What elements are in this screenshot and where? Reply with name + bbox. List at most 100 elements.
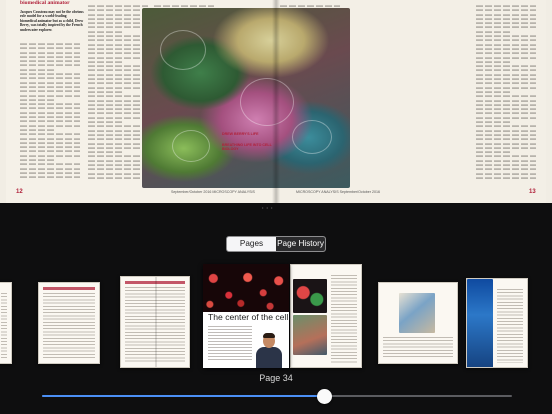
text-line — [88, 82, 148, 85]
page-thumbnail[interactable] — [0, 282, 12, 364]
text-line — [20, 142, 80, 144]
text-line — [476, 35, 536, 37]
text-line — [476, 125, 536, 128]
text-line — [154, 5, 214, 7]
text-line — [88, 18, 148, 20]
text-line — [476, 69, 536, 72]
text-line — [88, 104, 148, 106]
slider-thumb[interactable] — [316, 389, 332, 404]
text-line — [476, 112, 536, 115]
text-line — [20, 129, 56, 131]
magazine-spread[interactable]: biomedical animator Jacques Cousteau may… — [0, 0, 552, 203]
text-line — [88, 65, 148, 68]
text-column-6 — [476, 4, 536, 182]
current-page-thumbnail[interactable]: The center of the cell — [203, 264, 289, 368]
cell-outline — [240, 78, 294, 126]
page-thumbnail[interactable] — [120, 276, 190, 368]
text-line — [88, 117, 148, 119]
slider-fill — [42, 395, 324, 397]
thumbnail-text — [497, 289, 523, 363]
text-line — [476, 39, 536, 42]
text-line — [20, 146, 80, 149]
text-line — [20, 90, 80, 93]
text-line — [476, 164, 536, 166]
text-line — [20, 150, 80, 153]
text-line — [88, 164, 148, 166]
text-line — [88, 121, 124, 123]
text-line — [20, 176, 80, 179]
text-line — [476, 147, 536, 149]
text-line — [20, 56, 80, 58]
text-line — [476, 26, 536, 29]
page-thumbnail[interactable] — [378, 282, 458, 364]
text-line — [476, 61, 512, 63]
thumbnail-photo — [399, 293, 435, 333]
page-thumbnail[interactable] — [38, 282, 100, 364]
tab-page-history[interactable]: Page History — [276, 237, 325, 251]
thumbnail-gutter — [155, 277, 157, 367]
tab-pages[interactable]: Pages — [227, 237, 276, 251]
spread-gutter — [272, 0, 280, 203]
text-line — [476, 22, 536, 25]
text-line — [88, 147, 148, 149]
text-line — [88, 44, 148, 46]
left-page-footer: September/October 2016 MICROSCOPY ANALYS… — [171, 190, 255, 194]
text-line — [88, 108, 148, 111]
view-switcher[interactable]: Pages Page History — [226, 236, 326, 252]
text-line — [20, 163, 80, 166]
text-line — [476, 155, 536, 158]
text-line — [476, 99, 536, 102]
text-line — [88, 91, 124, 93]
text-line — [88, 112, 148, 115]
text-line — [476, 48, 536, 50]
text-line — [476, 168, 536, 171]
text-line — [20, 73, 80, 75]
text-line — [476, 56, 536, 59]
text-line — [20, 103, 80, 106]
text-line — [476, 142, 536, 145]
text-line — [20, 86, 80, 88]
feature-title: The center of the cell — [208, 312, 289, 322]
left-page-number: 12 — [16, 189, 23, 195]
text-line — [476, 91, 512, 93]
text-line — [476, 78, 536, 80]
text-line — [476, 52, 536, 55]
text-line — [476, 5, 536, 7]
text-line — [476, 160, 536, 162]
portrait-hair — [263, 333, 275, 338]
text-line — [476, 172, 536, 175]
text-line — [20, 69, 56, 71]
cell-micrograph-image — [142, 8, 350, 188]
right-page-footer: MICROSCOPY ANALYSIS September/October 20… — [296, 190, 380, 194]
intro-text: Jacques Cousteau may not be the obvious … — [20, 10, 84, 32]
text-line — [88, 138, 148, 141]
text-line — [476, 121, 512, 123]
text-line — [476, 134, 536, 136]
text-line — [476, 138, 536, 141]
text-line — [88, 74, 148, 76]
text-line — [88, 155, 148, 158]
text-line — [476, 9, 536, 12]
text-line — [476, 108, 536, 111]
right-page-number: 13 — [529, 189, 536, 195]
text-line — [88, 151, 124, 153]
page-thumbnail[interactable] — [466, 278, 528, 368]
text-line — [476, 117, 536, 119]
text-line — [88, 26, 148, 29]
text-line — [476, 74, 536, 76]
page-slider[interactable] — [42, 389, 512, 404]
text-line — [88, 134, 148, 136]
text-line — [88, 87, 148, 89]
text-line — [476, 18, 536, 20]
sidebar-callout: DREW BERRY'S LIFE BREATHING LIFE INTO CE… — [222, 132, 272, 152]
text-line — [88, 56, 148, 59]
text-line — [476, 95, 536, 98]
thumbnail-text — [1, 293, 7, 359]
page-thumbnail[interactable] — [290, 264, 362, 368]
text-line — [20, 107, 80, 110]
spread-scroll-handle[interactable]: • • • — [262, 205, 273, 210]
text-line — [20, 94, 80, 97]
feature-text — [208, 326, 252, 362]
text-line — [88, 78, 148, 80]
current-page-label: Page 34 — [259, 373, 293, 383]
